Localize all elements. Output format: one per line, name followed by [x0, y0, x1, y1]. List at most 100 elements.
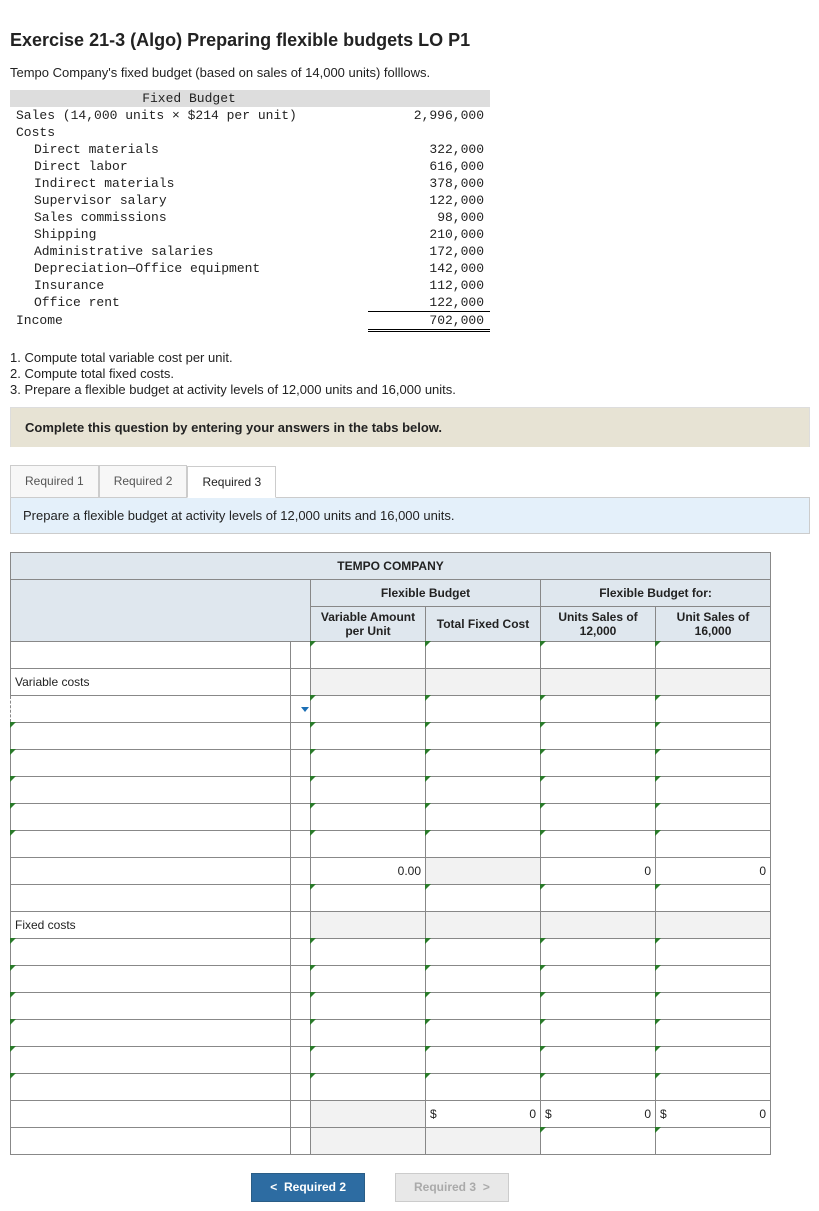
fb-cell[interactable] — [11, 723, 291, 750]
fb-cell[interactable] — [541, 1074, 656, 1101]
fb-cell[interactable] — [311, 831, 426, 858]
fb-cell[interactable] — [541, 1128, 656, 1155]
fb-cell[interactable] — [656, 993, 771, 1020]
fb-cell[interactable] — [656, 831, 771, 858]
fb-cell[interactable] — [541, 1020, 656, 1047]
fb-cell[interactable] — [656, 1074, 771, 1101]
fb-cell[interactable] — [11, 831, 291, 858]
fb-cell[interactable] — [11, 642, 291, 669]
fb-cell[interactable] — [656, 696, 771, 723]
fb-cell[interactable] — [541, 777, 656, 804]
fb-cell[interactable] — [11, 1047, 291, 1074]
fb-cell[interactable] — [656, 804, 771, 831]
chevron-down-icon — [301, 707, 309, 712]
fb-cell[interactable] — [11, 966, 291, 993]
tab-required-2[interactable]: Required 2 — [99, 465, 188, 497]
fb-cell[interactable] — [11, 939, 291, 966]
fb-cell[interactable] — [426, 831, 541, 858]
fb-cell[interactable] — [426, 1074, 541, 1101]
prev-button[interactable]: < Required 2 — [251, 1173, 365, 1202]
requirement-2: 2. Compute total fixed costs. — [10, 366, 810, 381]
fb-cell[interactable] — [311, 723, 426, 750]
fb-cell[interactable] — [541, 1047, 656, 1074]
fb-company: TEMPO COMPANY — [11, 553, 771, 580]
fb-cell[interactable] — [656, 1047, 771, 1074]
fb-cell[interactable] — [426, 993, 541, 1020]
fb-cell[interactable] — [11, 777, 291, 804]
fb-cell[interactable] — [311, 1020, 426, 1047]
fb-cell[interactable] — [541, 831, 656, 858]
fb-cell[interactable] — [11, 1074, 291, 1101]
fb-cell[interactable] — [11, 885, 291, 912]
fb-cell[interactable] — [656, 723, 771, 750]
fixed-budget-label: Indirect materials — [10, 175, 368, 192]
fb-cell[interactable] — [656, 1020, 771, 1047]
fb-dropdown-cell[interactable] — [11, 696, 291, 723]
fb-cell[interactable] — [426, 804, 541, 831]
fb-cell[interactable] — [541, 966, 656, 993]
fb-cell[interactable] — [426, 885, 541, 912]
fb-grand-16000: $0 — [656, 1101, 771, 1128]
fb-cell[interactable] — [656, 642, 771, 669]
fb-cell[interactable] — [311, 1074, 426, 1101]
fb-cell[interactable] — [311, 885, 426, 912]
fb-cell[interactable] — [311, 804, 426, 831]
fb-cell[interactable] — [656, 750, 771, 777]
fb-cell[interactable] — [311, 1047, 426, 1074]
fixed-budget-label: Insurance — [10, 277, 368, 294]
fb-cell[interactable] — [11, 1101, 291, 1128]
fb-hdr-right: Flexible Budget for: — [541, 580, 771, 607]
fb-cell[interactable] — [541, 723, 656, 750]
fb-section-fixed: Fixed costs — [11, 912, 291, 939]
fb-cell[interactable] — [541, 885, 656, 912]
chevron-left-icon: < — [270, 1181, 277, 1195]
tab-required-1[interactable]: Required 1 — [10, 465, 99, 497]
fb-cell[interactable] — [541, 804, 656, 831]
fb-cell[interactable] — [541, 642, 656, 669]
fixed-budget-label: Administrative salaries — [10, 243, 368, 260]
fb-cell[interactable] — [11, 1128, 291, 1155]
fb-cell[interactable] — [426, 696, 541, 723]
fb-cell[interactable] — [311, 939, 426, 966]
fb-cell[interactable] — [11, 858, 291, 885]
dropdown-caret-cell[interactable] — [291, 696, 311, 723]
fb-h2-var-amt: Variable Amount per Unit — [311, 607, 426, 642]
fb-cell[interactable] — [426, 939, 541, 966]
fb-cell[interactable] — [656, 966, 771, 993]
fb-cell[interactable] — [541, 750, 656, 777]
fb-cell[interactable] — [311, 966, 426, 993]
fb-cell[interactable] — [426, 1020, 541, 1047]
fb-cell[interactable] — [311, 696, 426, 723]
fb-cell[interactable] — [656, 885, 771, 912]
fixed-budget-label: Sales commissions — [10, 209, 368, 226]
fixed-budget-label: Sales (14,000 units × $214 per unit) — [10, 107, 368, 124]
next-button[interactable]: Required 3 > — [395, 1173, 509, 1202]
fb-cell[interactable] — [11, 750, 291, 777]
tab-required-3[interactable]: Required 3 — [187, 466, 276, 498]
fb-cell[interactable] — [426, 642, 541, 669]
fb-cell[interactable] — [426, 723, 541, 750]
fb-cell[interactable] — [656, 939, 771, 966]
fb-cell[interactable] — [656, 777, 771, 804]
fixed-budget-value: 616,000 — [368, 158, 490, 175]
fb-total-12000: 0 — [541, 858, 656, 885]
fb-cell[interactable] — [426, 750, 541, 777]
fb-h2-16000: Unit Sales of 16,000 — [656, 607, 771, 642]
fb-cell[interactable] — [426, 1047, 541, 1074]
fb-cell[interactable] — [311, 642, 426, 669]
fb-cell[interactable] — [11, 1020, 291, 1047]
fb-cell[interactable] — [656, 1128, 771, 1155]
fb-cell[interactable] — [311, 777, 426, 804]
pager: < Required 2 Required 3 > — [10, 1173, 750, 1202]
fb-cell[interactable] — [541, 696, 656, 723]
fixed-budget-value: 210,000 — [368, 226, 490, 243]
fb-cell[interactable] — [541, 993, 656, 1020]
fb-cell[interactable] — [311, 750, 426, 777]
flexible-budget-table: TEMPO COMPANY Flexible Budget Flexible B… — [10, 552, 771, 1155]
fb-cell[interactable] — [11, 804, 291, 831]
fb-cell[interactable] — [426, 777, 541, 804]
fb-cell[interactable] — [311, 993, 426, 1020]
fb-cell[interactable] — [426, 966, 541, 993]
fb-cell[interactable] — [11, 993, 291, 1020]
fb-cell[interactable] — [541, 939, 656, 966]
